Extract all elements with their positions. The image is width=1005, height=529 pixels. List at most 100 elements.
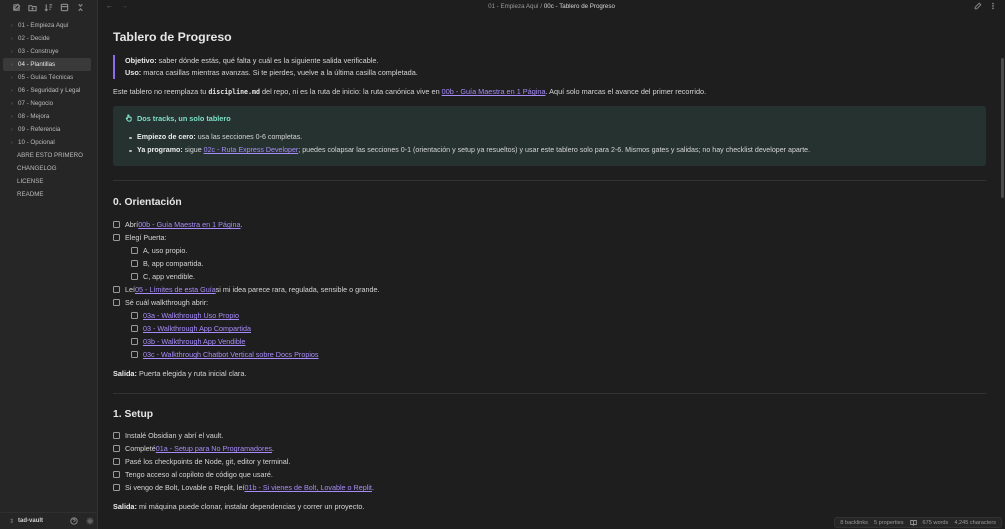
task-checkbox[interactable] [131, 273, 138, 281]
reading-view-icon[interactable] [909, 519, 917, 526]
file-explorer-sidebar: › 01 - Empieza Aquí › 02 - Decide › 03 - Cons… [0, 0, 98, 529]
sidebar-folder-item[interactable]: › 04 - Plantillas [3, 58, 91, 71]
forward-arrow-icon[interactable]: → [121, 3, 128, 10]
task-checkbox[interactable] [113, 221, 120, 229]
tab-header: ← → 01 - Empieza Aquí / 00c - Tablero de… [98, 0, 1005, 13]
task-checkbox[interactable] [113, 484, 120, 492]
link-ruta-express[interactable]: 02c - Ruta Express Developer [204, 146, 299, 154]
callout-title[interactable]: Dos tracks, un solo tablero [125, 113, 974, 123]
collapse-all-icon[interactable] [59, 3, 69, 13]
sidebar-item-label: 09 - Referencia [18, 126, 61, 133]
divider [113, 180, 986, 182]
file-tree: › 01 - Empieza Aquí › 02 - Decide › 03 - Cons… [0, 19, 97, 201]
chevron-right-icon: › [11, 74, 13, 81]
task-text: Abrí [125, 220, 139, 230]
sidebar-folder-item[interactable]: › 03 - Construye [3, 45, 91, 58]
task-item: A, uso propio. [113, 244, 986, 257]
link-walkthrough-uso-propio[interactable]: 03a - Walkthrough Uso Propio [143, 311, 239, 320]
uso-line: Uso: marca casillas mientras avanzas. Si… [125, 67, 986, 79]
help-icon[interactable] [70, 517, 78, 525]
sidebar-file-item[interactable]: README [3, 188, 91, 201]
sidebar-item-label: 01 - Empieza Aquí [18, 22, 69, 29]
sidebar-file-item[interactable]: LICENSE [3, 175, 91, 188]
task-checkbox[interactable] [131, 247, 138, 255]
task-checkbox[interactable] [131, 312, 138, 320]
breadcrumb-current[interactable]: 00c - Tablero de Progreso [544, 3, 615, 10]
chevron-right-icon: › [11, 48, 13, 55]
task-checkbox[interactable] [131, 351, 138, 359]
uso-label: Uso: [125, 68, 142, 78]
sidebar-folder-item[interactable]: › 01 - Empieza Aquí [3, 19, 91, 32]
sidebar-file-item[interactable]: CHANGELOG [3, 162, 91, 175]
task-item: 03 - Walkthrough App Compartida [113, 322, 986, 335]
sort-icon[interactable] [43, 3, 53, 13]
salida-setup: Salida: mi máquina puede clonar, instala… [113, 502, 986, 511]
task-checkbox[interactable] [113, 299, 120, 307]
objective-blockquote: Objetivo: saber dónde estás, qué falta y… [113, 55, 986, 80]
intro-paragraph: Este tablero no reemplaza tu discipline.… [113, 87, 986, 97]
task-checkbox[interactable] [113, 458, 120, 466]
task-text: C, app vendible. [143, 272, 195, 282]
sidebar-folder-item[interactable]: › 09 - Referencia [3, 123, 91, 136]
link-bolt-lovable-replit[interactable]: 01b - Si vienes de Bolt, Lovable o Repli… [244, 483, 371, 492]
task-checkbox[interactable] [113, 471, 120, 479]
task-checkbox[interactable] [131, 325, 138, 333]
salida-label: Salida: [113, 369, 137, 379]
collapse-icon[interactable] [75, 3, 85, 13]
back-arrow-icon[interactable]: ← [106, 3, 113, 10]
note-title: Tablero de Progreso [113, 30, 232, 44]
task-checkbox[interactable] [131, 338, 138, 346]
track-text: usa las secciones 0-6 completas. [195, 133, 303, 142]
sidebar-folder-item[interactable]: › 08 - Mejora [3, 110, 91, 123]
chevron-right-icon: › [11, 100, 13, 107]
task-checkbox[interactable] [113, 286, 120, 294]
track-label: Ya programo: [137, 146, 183, 155]
breadcrumb-folder[interactable]: 01 - Empieza Aquí [488, 3, 539, 10]
vault-switcher[interactable]: ⇕ tad-vault [0, 512, 98, 529]
sidebar-item-label: 10 - Opcional [18, 139, 55, 146]
new-folder-icon[interactable] [27, 3, 37, 13]
link-limites-guia[interactable]: 05 - Límites de esta Guía [135, 285, 216, 294]
task-item: Pasé los checkpoints de Node, git, edito… [113, 455, 986, 468]
sidebar-folder-item[interactable]: › 07 - Negocio [3, 97, 91, 110]
task-checkbox[interactable] [131, 260, 138, 268]
section-heading-orientacion: 0. Orientación [113, 197, 182, 209]
uso-text: marca casillas mientras avanzas. Si te p… [141, 68, 418, 78]
task-checkbox[interactable] [113, 234, 120, 242]
chevron-right-icon: › [11, 22, 13, 29]
sidebar-item-label: 03 - Construye [18, 48, 59, 55]
properties-count[interactable]: 5 properties [874, 520, 904, 526]
settings-gear-icon[interactable] [86, 517, 94, 525]
discipline-code: discipline.md [208, 88, 260, 97]
sidebar-folder-item[interactable]: › 10 - Opcional [3, 136, 91, 149]
backlinks-count[interactable]: 8 backlinks [840, 520, 868, 526]
more-options-icon[interactable] [989, 2, 997, 12]
link-walkthrough-chatbot[interactable]: 03c - Walkthrough Chatbot Vertical sobre… [143, 350, 319, 359]
link-walkthrough-app-vendible[interactable]: 03b - Walkthrough App Vendible [143, 337, 245, 346]
task-item: Si vengo de Bolt, Lovable o Replit, leí … [113, 481, 986, 494]
link-walkthrough-app-compartida[interactable]: 03 - Walkthrough App Compartida [143, 324, 251, 333]
task-item: C, app vendible. [113, 270, 986, 283]
sidebar-folder-item[interactable]: › 02 - Decide [3, 32, 91, 45]
sidebar-file-item[interactable]: ABRE ESTO PRIMERO [3, 149, 91, 162]
navigation-buttons: ← → [106, 3, 128, 10]
track-label: Empiezo de cero: [137, 133, 196, 142]
sidebar-item-label: ABRE ESTO PRIMERO [17, 152, 83, 159]
breadcrumb-separator: / [540, 3, 543, 10]
sidebar-item-label: 06 - Seguridad y Legal [18, 87, 81, 94]
task-text: Sé cuál walkthrough abrir: [125, 298, 209, 308]
tracks-callout: Dos tracks, un solo tablero Empiezo de c… [113, 106, 986, 167]
link-guia-maestra[interactable]: 00b - Guía Maestra en 1 Página [138, 220, 240, 229]
content-scrollbar[interactable] [1001, 58, 1004, 198]
sidebar-folder-item[interactable]: › 05 - Guías Técnicas [3, 71, 91, 84]
sidebar-folder-item[interactable]: › 06 - Seguridad y Legal [3, 84, 91, 97]
task-text: Leí [125, 285, 135, 295]
new-note-icon[interactable] [11, 3, 21, 13]
link-setup-no-programadores[interactable]: 01a - Setup para No Programadores [156, 444, 272, 453]
edit-pencil-icon[interactable] [974, 2, 982, 12]
task-checkbox[interactable] [113, 432, 120, 440]
link-guia-maestra[interactable]: 00b - Guía Maestra en 1 Página [442, 87, 546, 96]
orientacion-task-list: Abrí 00b - Guía Maestra en 1 Página. Ele… [113, 218, 986, 361]
task-text: . [272, 444, 275, 454]
task-checkbox[interactable] [113, 445, 120, 453]
